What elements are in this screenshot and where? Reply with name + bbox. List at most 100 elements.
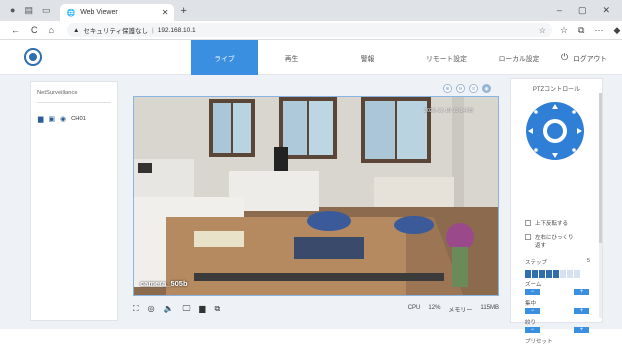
checkbox-box[interactable] [525,220,531,226]
record-icon[interactable]: ▆ [38,115,43,123]
cpu-value: 12% [428,304,441,311]
step-block[interactable] [539,270,545,278]
iris-label: 絞り [525,320,537,326]
favorites-icon[interactable]: ☆ [560,25,568,36]
new-tab-icon[interactable]: + [180,5,186,17]
browser-tab-bar: ● ▤ ▭ 🌐 Web Viewer ✕ + – ▢ ✕ [0,0,622,21]
browser-tab[interactable]: 🌐 Web Viewer ✕ [60,4,175,21]
workspaces-icon[interactable]: ▤ [24,5,33,16]
app-header: ライブ 再生 警報 リモート設定 ローカル設定 ⏻ ログアウト [0,40,622,75]
url-field[interactable]: ▲ セキュリティ保護なし | 192.168.10.1 ☆ [66,23,552,37]
main-menu: ライブ 再生 警報 リモート設定 ローカル設定 [191,40,555,75]
logout-label: ログアウト [573,55,608,63]
device-sidebar: NetSurveillance ▆ ▣ ◉ CH01 [30,81,118,321]
security-text: セキュリティ保護なし [83,28,148,35]
app-logo-icon [24,48,42,66]
audio-icon[interactable]: 🔈 [164,304,174,314]
sidebar-title: NetSurveillance [37,90,78,96]
web-viewer-app: ライブ 再生 警報 リモート設定 ローカル設定 ⏻ ログアウト NetSurve… [0,40,622,345]
system-stats: CPU 12% メモリー 115MB [408,305,499,314]
scrollbar-thumb[interactable] [599,93,602,243]
maximize-icon[interactable]: ▢ [578,5,587,16]
video-toolbar-icons: ⛶ ◎ 🔈 🖵 ▆ ⧉ [133,304,220,314]
menu-remote-settings[interactable]: リモート設定 [410,40,483,75]
camera-label: CH01 [71,116,86,122]
checkbox-box[interactable] [525,234,531,240]
focus-plus-button[interactable]: + [574,308,589,314]
camera-feed-image [134,97,498,295]
video-camera-name: camera_505b [140,279,188,288]
play-icon[interactable]: ◉ [60,115,66,123]
cpu-label: CPU [407,304,421,311]
tab-bar-icons: ● ▤ ▭ [0,5,50,16]
snapshot-icon[interactable]: ◉ [482,84,491,93]
camera-item[interactable]: ▆ ▣ ◉ CH01 [31,103,117,123]
warning-icon: ▲ [72,26,80,34]
back-icon[interactable]: ← [11,25,20,35]
fit-icon[interactable]: ⊙ [469,84,478,93]
ptz-scrollbar[interactable] [599,93,602,318]
step-label: ステップ [525,260,548,266]
camera-snapshot-icon[interactable]: ◎ [148,304,155,314]
tab-close-icon[interactable]: ✕ [162,8,169,17]
iris-minus-button[interactable]: − [525,327,540,333]
zoom-minus-button[interactable]: − [525,289,540,295]
flip-vertical-checkbox[interactable]: 上下反転する [525,219,568,227]
fullscreen-icon[interactable]: ⛶ [133,304,139,314]
profile-icon[interactable]: ● [10,5,15,16]
zoom-plus-button[interactable]: + [574,289,589,295]
step-block[interactable] [567,270,573,278]
window-controls: – ▢ ✕ [557,5,622,16]
ptz-direction-wheel[interactable] [525,101,585,161]
tab-actions-icon[interactable]: ▭ [42,5,51,16]
iris-controls: − + [525,327,589,333]
menu-live[interactable]: ライブ [191,40,258,75]
refresh-icon[interactable]: C [31,25,38,35]
zoom-label: ズーム [525,282,542,288]
minimize-icon[interactable]: – [557,5,562,16]
home-icon[interactable]: ⌂ [49,25,54,35]
power-icon: ⏻ [561,52,569,62]
flip-vertical-label: 上下反転する [535,221,569,227]
stream-icon[interactable]: ▣ [48,115,55,123]
video-timestamp: 2023-12-19 10:14:53 [424,108,474,114]
ptz-panel: PTZコントロール 上下反転する 左右にひっくり返す ステップ 5 ズーム − [510,78,603,345]
view-controls: ⊕ ⊖ ⊙ ◉ [443,84,491,93]
menu-local-settings[interactable]: ローカル設定 [483,40,555,75]
menu-alarm[interactable]: 警報 [325,40,410,75]
iris-plus-button[interactable]: + [574,327,589,333]
more-icon[interactable]: ··· [594,25,603,36]
step-block[interactable] [525,270,531,278]
preset-label: プリセット [525,339,553,345]
focus-label: 集中 [525,301,537,307]
url-separator: | [152,26,154,34]
zoom-in-icon[interactable]: ⊕ [443,84,452,93]
menu-playback[interactable]: 再生 [258,40,325,75]
step-block[interactable] [546,270,552,278]
browser-tools: ☆ ⧉ ··· ◆ [552,25,620,36]
record-video-icon[interactable]: ▆ [199,304,205,314]
ptz-title: PTZコントロール [532,87,581,93]
display-icon[interactable]: 🖵 [183,304,191,314]
logout-button[interactable]: ⏻ ログアウト [561,52,607,63]
collections-icon[interactable]: ⧉ [578,25,584,36]
globe-icon: 🌐 [66,9,76,17]
favorite-icon[interactable]: ☆ [539,26,546,35]
url-text: 192.168.10.1 [157,26,196,34]
flip-horizontal-label: 左右にひっくり返す [535,235,574,249]
zoom-controls: − + [525,289,589,295]
tab-title: Web Viewer [80,9,118,16]
live-video-view[interactable]: 2023-12-19 10:14:53 camera_505b [133,96,499,296]
window-layout-icon[interactable]: ⧉ [214,304,220,314]
flip-horizontal-checkbox[interactable]: 左右にひっくり返す [525,234,575,250]
step-block[interactable] [532,270,538,278]
window-close-icon[interactable]: ✕ [602,5,610,16]
focus-minus-button[interactable]: − [525,308,540,314]
copilot-icon[interactable]: ◆ [613,25,620,36]
step-block[interactable] [553,270,559,278]
step-slider[interactable] [525,270,580,278]
step-block[interactable] [560,270,566,278]
step-value: 5 [587,258,591,264]
step-block[interactable] [574,270,580,278]
zoom-out-icon[interactable]: ⊖ [456,84,465,93]
